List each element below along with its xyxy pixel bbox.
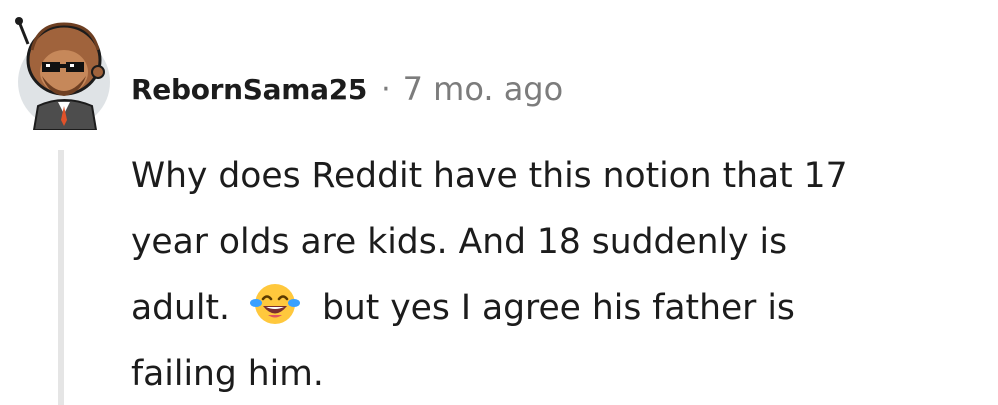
comment-timestamp[interactable]: 7 mo. ago <box>403 70 564 108</box>
laughing-emoji-icon <box>250 281 300 327</box>
comment-line: adult. but yes I agree his father is <box>131 275 991 341</box>
comment-line: failing him. <box>131 354 324 394</box>
meta-separator: · <box>381 71 391 107</box>
comment-text: adult. <box>131 288 230 328</box>
user-avatar[interactable] <box>8 10 112 131</box>
comment-line: Why does Reddit have this notion that 17 <box>131 156 848 196</box>
comment-line: year olds are kids. And 18 suddenly is <box>131 222 788 262</box>
comment-header: RebornSama25 · 7 mo. ago <box>131 66 563 112</box>
thread-line[interactable] <box>58 150 64 405</box>
comment-author[interactable]: RebornSama25 <box>131 73 367 106</box>
avatar-icon <box>15 17 110 131</box>
comment-text: but yes I agree his father is <box>322 288 795 328</box>
comment-body: Why does Reddit have this notion that 17… <box>131 143 991 405</box>
